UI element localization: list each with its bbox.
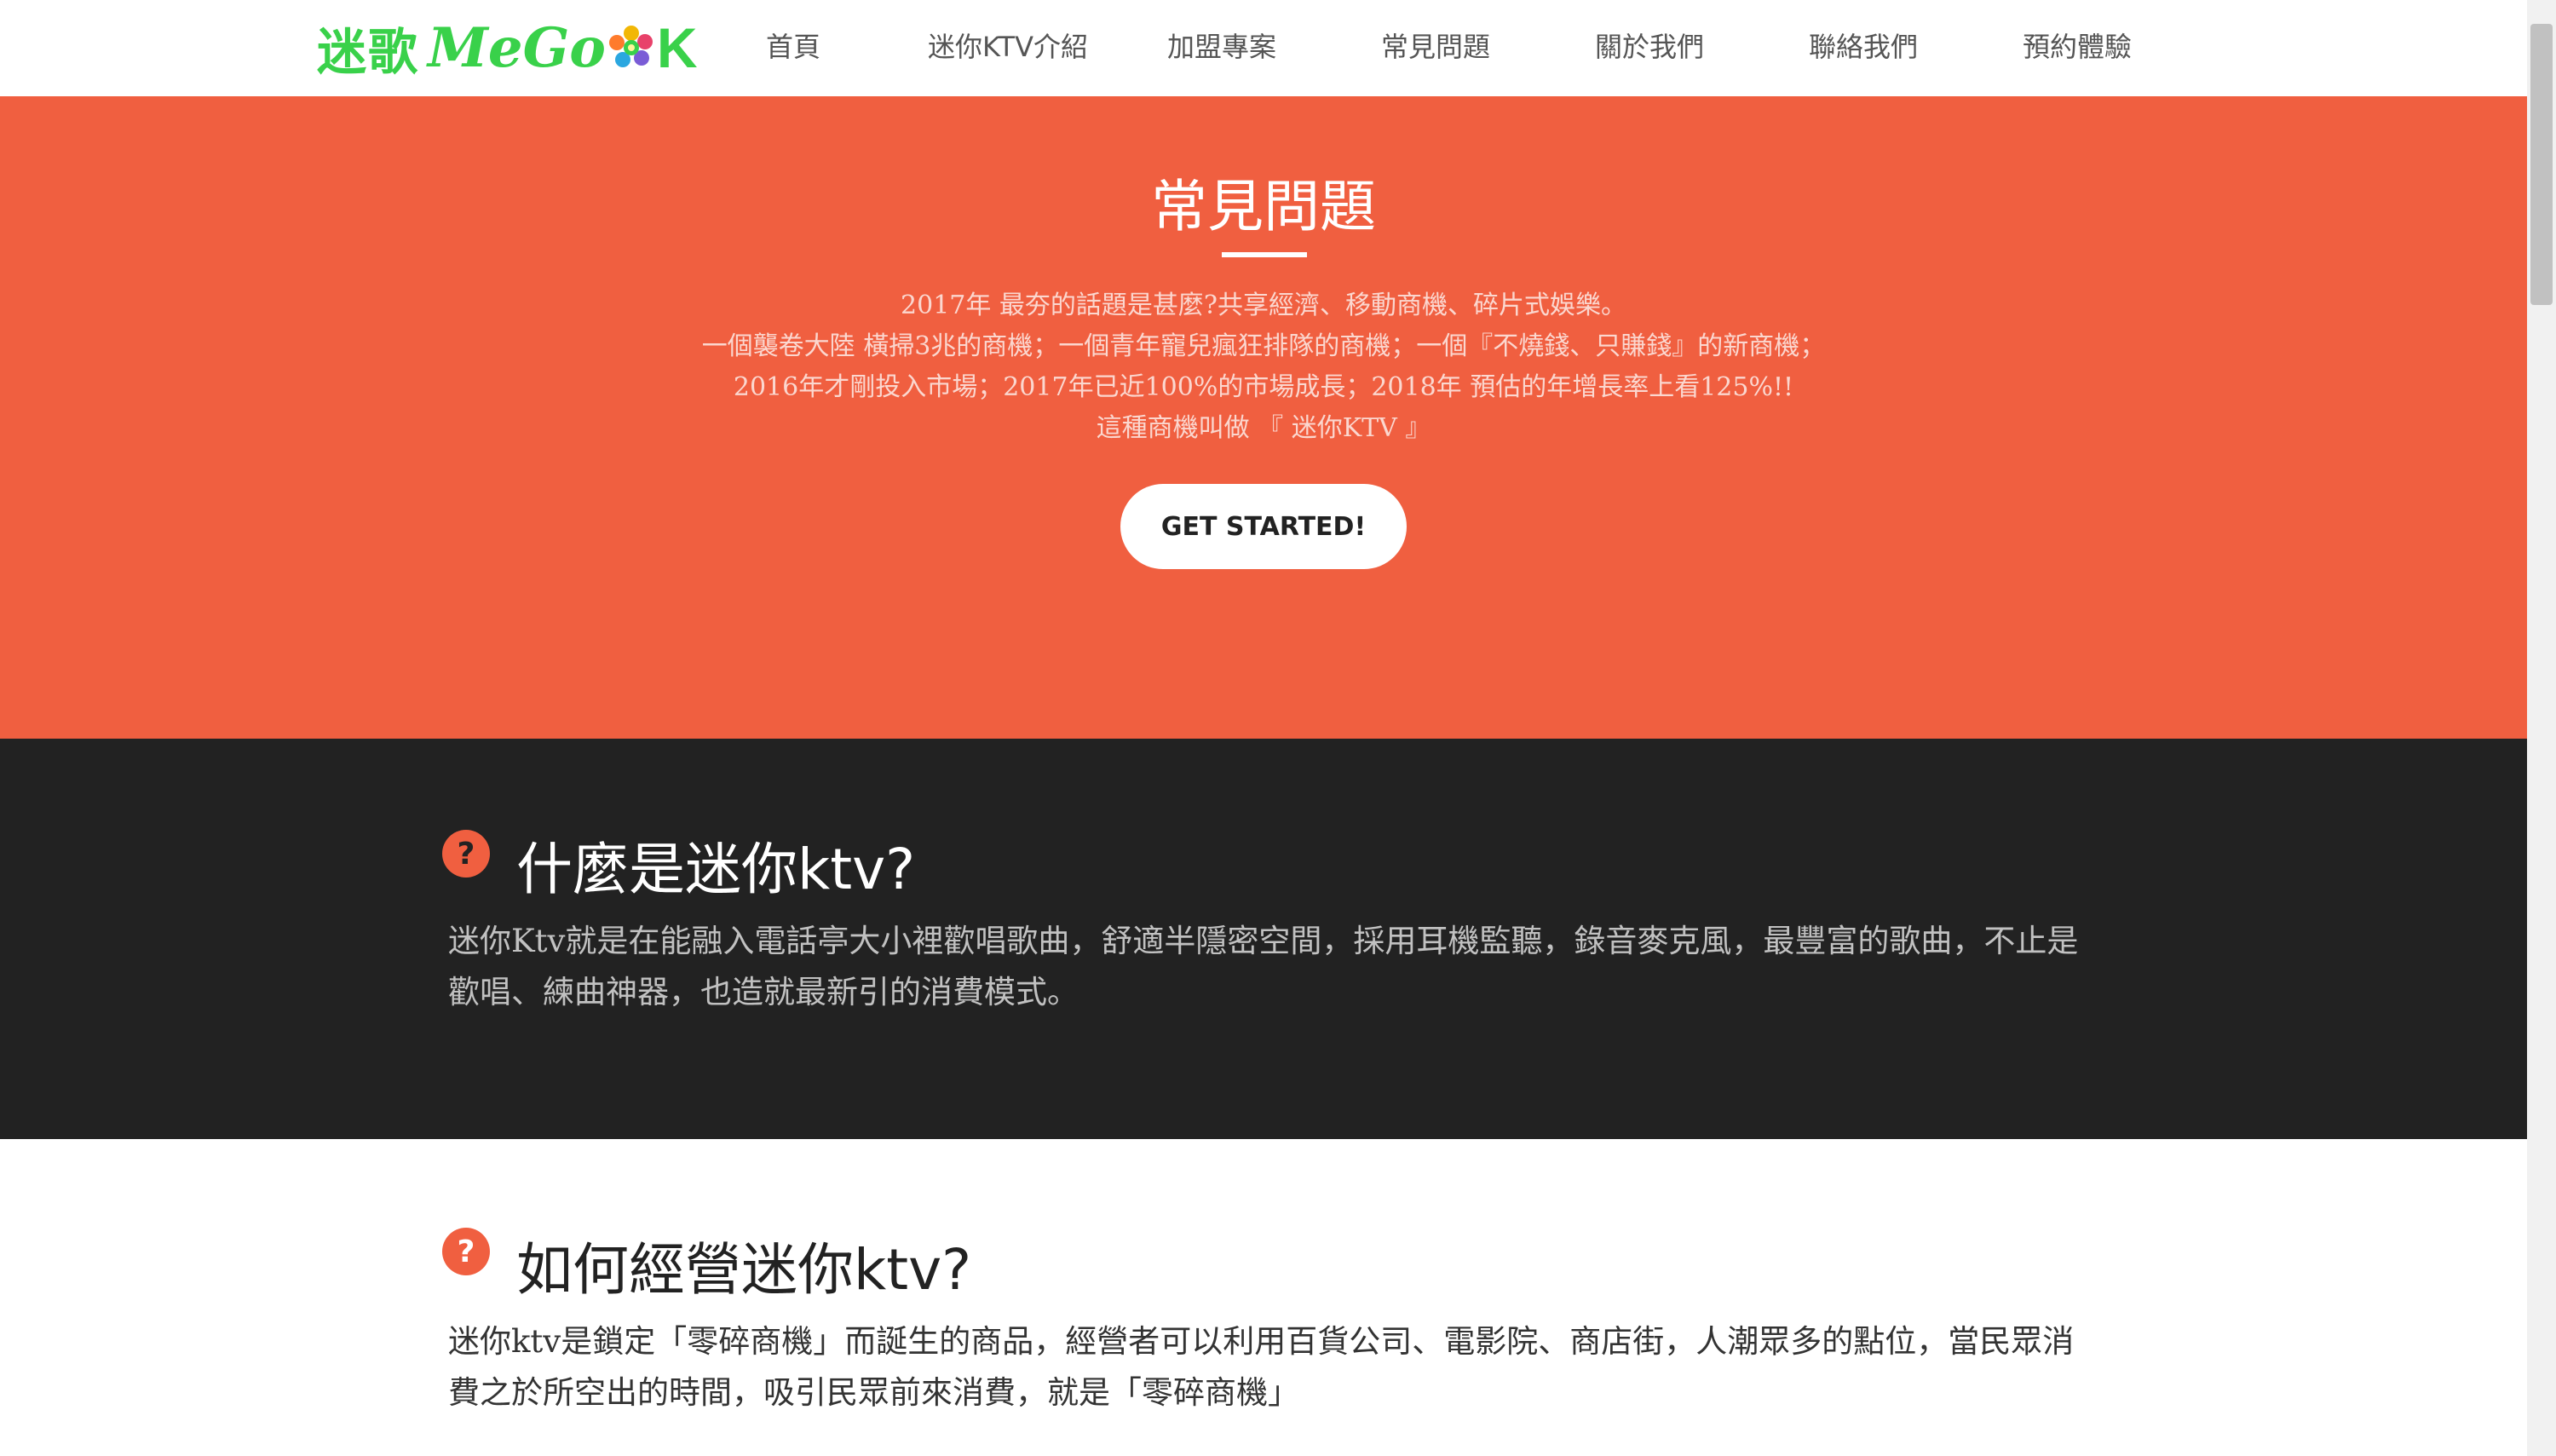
faq-question: 什麼是迷你ktv? [516,837,916,902]
question-circle-icon: ? [442,1228,490,1275]
faq-question: 如何經營迷你ktv? [516,1237,972,1303]
nav-link-home[interactable]: 首頁 [691,26,895,65]
hero-line: 2017年 最夯的話題是甚麼?共享經濟、移動商機、碎片式娛樂。 [901,291,1626,320]
page-scrollbar[interactable] [2527,0,2556,1456]
top-navbar: 迷歌 MeGo K 首頁 迷你KTV介紹 加盟專案 常見問題 關於我們 聯絡我們… [0,0,2527,97]
nav-link-about[interactable]: 關於我們 [1547,26,1752,65]
svg-text:?: ? [458,1234,475,1269]
hero-line: 一個襲卷大陸 橫掃3兆的商機；一個青年寵兒瘋狂排隊的商機；一個『不燒錢、只賺錢』… [701,331,1826,361]
svg-text:?: ? [458,837,475,872]
nav-link-faq[interactable]: 常見問題 [1333,26,1538,65]
get-started-button[interactable]: GET STARTED! [1120,484,1407,569]
title-divider [1222,252,1307,257]
question-circle-icon: ? [442,830,490,878]
faq-item-how-to-operate: ? 如何經營迷你ktv? 迷你ktv是鎖定「零碎商機」而誕生的商品，經營者可以利… [0,1139,2527,1456]
page-title: 常見問題 [1151,174,1376,239]
nav-link-mini-ktv-intro[interactable]: 迷你KTV介紹 [906,26,1110,65]
faq-answer: 迷你ktv是鎖定「零碎商機」而誕生的商品，經營者可以利用百貨公司、電影院、商店街… [448,1323,2075,1411]
hero-line: 2016年才剛投入市場；2017年已近100%的市場成長；2018年 預估的年增… [733,372,1794,402]
hero-intro-text: 2017年 最夯的話題是甚麼?共享經濟、移動商機、碎片式娛樂。 一個襲卷大陸 橫… [0,285,2527,449]
hero-section: 常見問題 2017年 最夯的話題是甚麼?共享經濟、移動商機、碎片式娛樂。 一個襲… [0,96,2527,739]
nav-link-contact[interactable]: 聯絡我們 [1761,26,1966,65]
faq-answer: 迷你Ktv就是在能融入電話亭大小裡歡唱歌曲，舒適半隱密空間，採用耳機監聽，錄音麥… [448,923,2079,1010]
faq-item-what-is: ? 什麼是迷你ktv? 迷你Ktv就是在能融入電話亭大小裡歡唱歌曲，舒適半隱密空… [0,739,2527,1139]
main-nav: 首頁 迷你KTV介紹 加盟專案 常見問題 關於我們 聯絡我們 預約體驗 [0,0,2527,96]
scrollbar-thumb[interactable] [2530,24,2553,305]
hero-line: 這種商機叫做 『 迷你KTV 』 [1096,413,1431,443]
nav-link-franchise[interactable]: 加盟專案 [1120,26,1324,65]
nav-link-booking[interactable]: 預約體驗 [1975,26,2179,65]
